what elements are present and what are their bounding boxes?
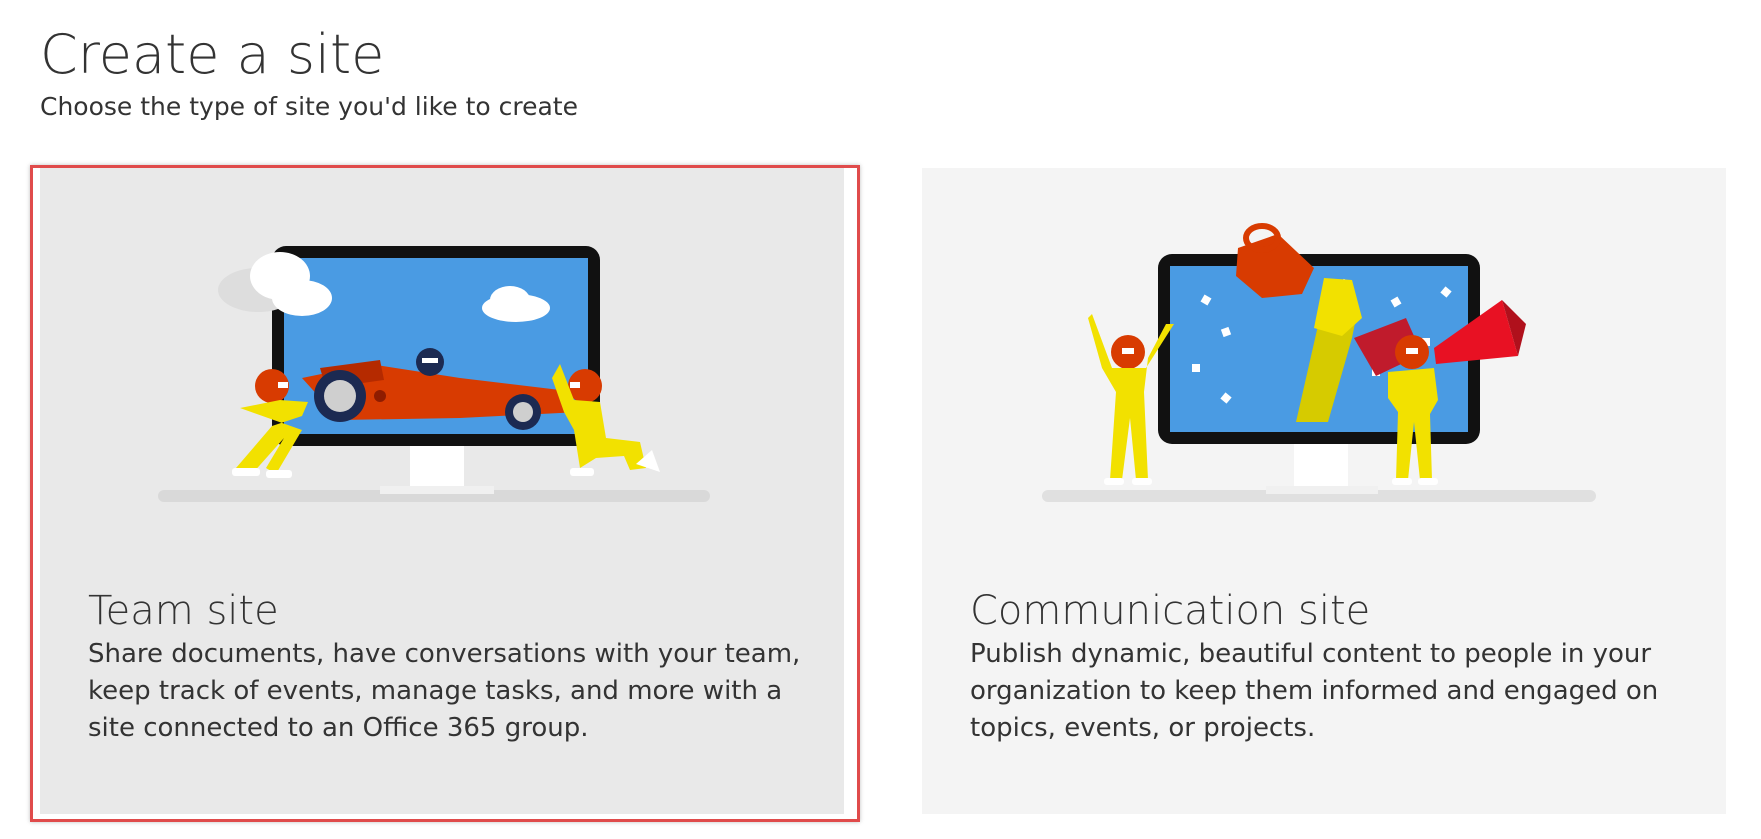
page-title: Create a site xyxy=(40,23,385,86)
team-site-illustration-icon xyxy=(158,246,710,502)
communication-site-illustration-icon xyxy=(1042,223,1596,502)
communication-site-description: Publish dynamic, beautiful content to pe… xyxy=(970,639,1659,743)
communication-site-card[interactable]: Communication site Publish dynamic, beau… xyxy=(922,168,1726,814)
team-site-description: Share documents, have conversations with… xyxy=(88,639,801,743)
page-subtitle: Choose the type of site you'd like to cr… xyxy=(40,92,578,121)
team-site-card[interactable]: Team site Share documents, have conversa… xyxy=(30,165,860,822)
team-site-title: Team site xyxy=(88,588,279,634)
page-header: Create a site Choose the type of site yo… xyxy=(40,24,578,124)
communication-site-title: Communication site xyxy=(970,588,1371,634)
